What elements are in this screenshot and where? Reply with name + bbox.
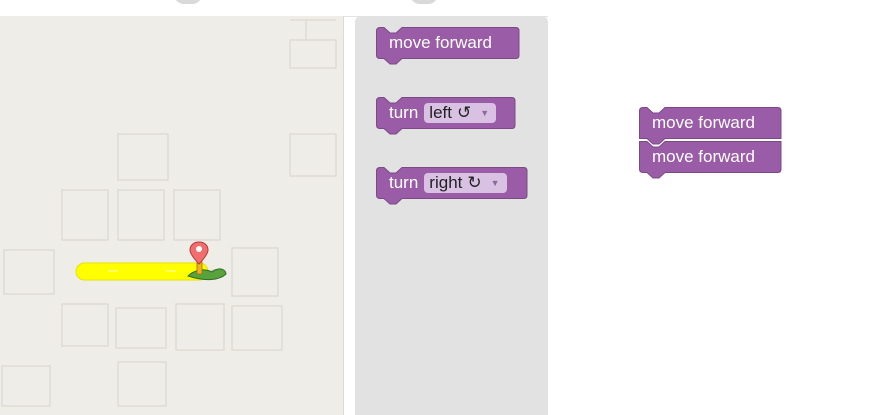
dropdown-value: right <box>429 173 463 192</box>
turn-left-block[interactable]: turn left ↺ ▼ <box>376 97 516 135</box>
rotate-cw-icon: ↻ <box>467 173 482 192</box>
maze-canvas <box>0 16 344 415</box>
wall-tile <box>175 303 225 351</box>
wall-tile <box>117 189 165 241</box>
workspace-move-forward-block[interactable]: move forward <box>639 107 782 145</box>
wall-tile <box>61 303 109 347</box>
block-label: turn <box>389 173 419 192</box>
direction-dropdown[interactable]: left ↺ ▼ <box>424 103 497 123</box>
rotate-ccw-icon: ↺ <box>456 103 472 122</box>
blockly-workspace[interactable] <box>548 16 882 415</box>
workspace-move-forward-block[interactable]: move forward <box>639 141 782 179</box>
wall-tile <box>115 307 167 349</box>
wall-tile <box>231 247 279 297</box>
top-bar <box>0 0 882 17</box>
direction-dropdown[interactable]: right ↻ ▼ <box>424 173 507 193</box>
wall-tile <box>117 361 167 407</box>
top-tab-right[interactable] <box>410 0 438 4</box>
maze-path <box>75 262 209 281</box>
move-forward-block[interactable]: move forward <box>376 27 520 65</box>
chevron-down-icon: ▼ <box>480 108 490 118</box>
wall-tile <box>3 249 55 295</box>
wall-tile <box>117 133 169 181</box>
block-label: move forward <box>652 147 755 166</box>
map-marker-icon <box>189 241 209 265</box>
wall-tile <box>231 305 283 351</box>
block-label: turn <box>389 103 419 122</box>
turn-right-block[interactable]: turn right ↻ ▼ <box>376 167 528 205</box>
wall-tile <box>173 189 221 241</box>
top-tab-left[interactable] <box>174 0 202 4</box>
wall-tile <box>61 189 109 241</box>
block-label: move forward <box>652 113 755 132</box>
maze-grid <box>1 19 337 407</box>
chevron-down-icon: ▼ <box>490 178 500 188</box>
toolbox-flyout[interactable] <box>355 16 548 415</box>
dropdown-value: left <box>429 103 452 122</box>
wall-tile <box>1 365 51 407</box>
block-label: move forward <box>389 33 492 52</box>
wall-tile <box>289 19 337 69</box>
wall-tile <box>289 133 337 177</box>
